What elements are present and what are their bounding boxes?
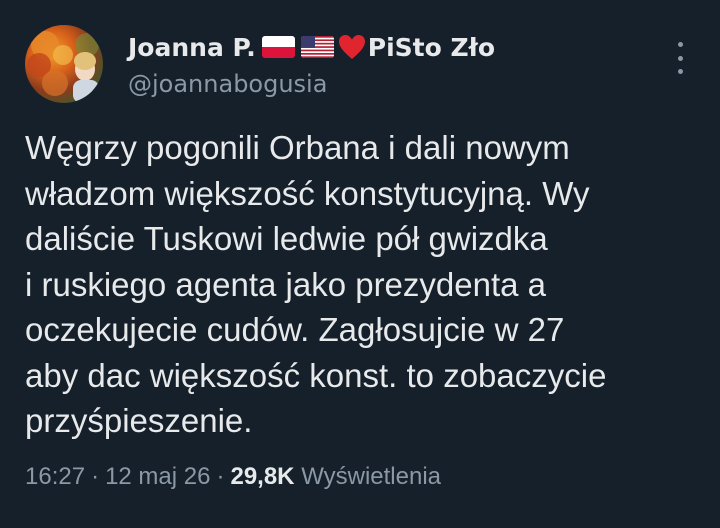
- tweet-text-line: daliście Tuskowi ledwie pół gwizdka: [25, 220, 548, 257]
- meta-separator: ·: [216, 463, 225, 490]
- flag-poland-icon: [261, 36, 295, 58]
- tweet-date[interactable]: 12 maj 26: [105, 463, 210, 490]
- tweet-text-line: władzom większość konstytucyjną. Wy: [25, 174, 590, 212]
- tweet-text-line: aby dac większość konst. to zobaczycie: [25, 356, 607, 394]
- flag-usa-icon: [300, 36, 334, 58]
- tweet-text-line: i ruskiego agenta jako prezydenta a: [25, 265, 547, 303]
- meta-separator: ·: [91, 463, 100, 490]
- tweet-text: Węgrzy pogonili Orbana i dali nowym wład…: [25, 125, 705, 444]
- red-heart-icon: [338, 34, 366, 60]
- views-label[interactable]: Wyświetlenia: [301, 463, 441, 490]
- tweet-time[interactable]: 16:27: [25, 463, 85, 490]
- more-options-icon[interactable]: [670, 42, 690, 74]
- author-display-name[interactable]: Joanna P.: [128, 33, 256, 62]
- tweet-meta: 16:27 · 12 maj 26 · 29,8K Wyświetlenia: [25, 463, 441, 491]
- tweet-text-line: oczekujecie cudów. Zagłosujcie w 27: [25, 311, 565, 348]
- tweet-text-line: przyśpieszenie.: [25, 402, 253, 439]
- author-name-row[interactable]: Joanna P. PiSto Zło: [128, 30, 495, 64]
- tweet-card: Joanna P. PiSto Zło @joannabogusia Węgrz…: [0, 0, 720, 528]
- tweet-text-line: Węgrzy pogonili Orbana i dali nowym: [25, 129, 570, 166]
- avatar[interactable]: [25, 25, 103, 103]
- author-name-suffix[interactable]: PiSto Zło: [368, 33, 495, 62]
- views-count[interactable]: 29,8K: [230, 463, 294, 490]
- author-handle[interactable]: @joannabogusia: [128, 70, 327, 98]
